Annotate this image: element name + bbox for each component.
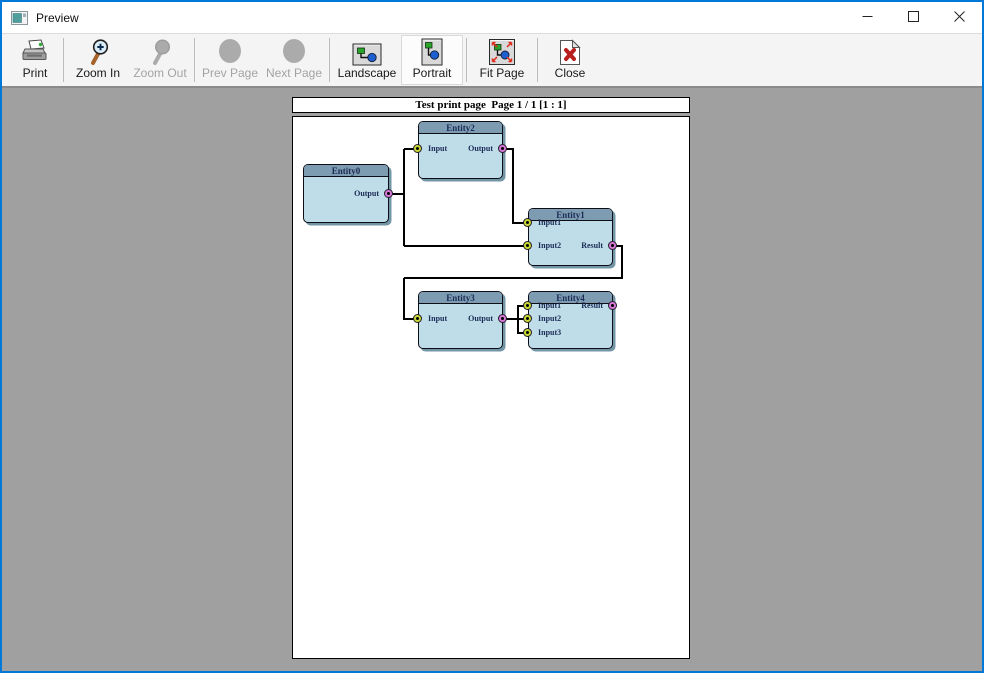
entity-title: Entity0 — [304, 165, 388, 177]
output-port — [608, 241, 617, 250]
next-page-button[interactable]: Next Page — [262, 35, 326, 85]
port-label: Result — [581, 241, 603, 250]
minimize-button[interactable] — [844, 2, 890, 33]
landscape-label: Landscape — [338, 66, 397, 81]
toolbar-separator — [194, 38, 195, 82]
toolbar-separator — [329, 38, 330, 82]
close-label: Close — [555, 66, 586, 81]
port-label: Input1 — [538, 301, 561, 310]
wire-segment — [621, 246, 623, 279]
next-page-icon — [281, 36, 307, 66]
output-port — [498, 314, 507, 323]
port-label: Input2 — [538, 314, 561, 323]
entity-box: Entity4Input1Input2Input3Result — [528, 291, 613, 349]
close-preview-button[interactable]: Close — [541, 35, 599, 85]
port-label: Input — [428, 314, 447, 323]
close-window-button[interactable] — [936, 2, 982, 33]
prev-page-icon — [217, 36, 243, 66]
zoom-in-label: Zoom In — [76, 66, 120, 81]
entity-box: Entity0 Output — [303, 164, 389, 223]
input-port — [523, 301, 532, 310]
window-title: Preview — [36, 11, 79, 25]
zoom-out-label: Zoom Out — [133, 66, 186, 81]
page: Entity0OutputEntity2InputOutputEntity1In… — [292, 116, 690, 659]
print-button[interactable]: Print — [10, 35, 60, 85]
preview-window: Preview — [0, 0, 984, 673]
output-port — [498, 144, 507, 153]
preview-area: Test print page Page 1 / 1 [1 : 1] Entit… — [2, 88, 982, 671]
port-label: Output — [354, 189, 379, 198]
entity-title: Entity2 — [419, 122, 502, 134]
printer-icon — [20, 36, 50, 66]
toolbar-separator — [537, 38, 538, 82]
wire-segment — [403, 278, 405, 320]
port-label: Input3 — [538, 328, 561, 337]
zoom-in-button[interactable]: Zoom In — [67, 35, 129, 85]
output-port — [384, 189, 393, 198]
zoom-out-icon — [148, 36, 172, 66]
input-port — [413, 144, 422, 153]
toolbar-separator — [466, 38, 467, 82]
fit-page-label: Fit Page — [480, 66, 525, 81]
zoom-out-button[interactable]: Zoom Out — [129, 35, 191, 85]
port-label: Input1 — [538, 218, 561, 227]
title-bar[interactable]: Preview — [2, 2, 982, 33]
zoom-in-icon — [86, 36, 110, 66]
port-label: Input2 — [538, 241, 561, 250]
port-label: Input — [428, 144, 447, 153]
portrait-button[interactable]: Portrait — [401, 35, 463, 85]
landscape-button[interactable]: Landscape — [333, 35, 401, 85]
prev-page-label: Prev Page — [202, 66, 258, 81]
minimize-icon — [862, 10, 873, 25]
entity-title: Entity3 — [419, 292, 502, 304]
toolbar-separator — [63, 38, 64, 82]
landscape-icon — [352, 36, 382, 66]
entity-box: Entity2 Input Output — [418, 121, 503, 179]
wire-segment — [512, 149, 514, 224]
maximize-button[interactable] — [890, 2, 936, 33]
maximize-icon — [908, 10, 919, 25]
diagram: Entity0OutputEntity2InputOutputEntity1In… — [293, 117, 689, 658]
wire-segment — [404, 245, 528, 247]
wire-segment — [403, 149, 405, 246]
entity-box: Entity3 Input Output — [418, 291, 503, 349]
toolbar: Print Zoom In Zoom Out — [2, 33, 982, 88]
prev-page-button[interactable]: Prev Page — [198, 35, 262, 85]
input-port — [413, 314, 422, 323]
app-icon — [11, 11, 28, 25]
portrait-label: Portrait — [413, 66, 452, 81]
close-document-icon — [559, 36, 581, 66]
page-header: Test print page Page 1 / 1 [1 : 1] — [292, 97, 690, 113]
fit-page-icon — [488, 36, 516, 66]
portrait-icon — [421, 36, 443, 66]
port-label: Output — [468, 144, 493, 153]
output-port — [608, 301, 617, 310]
input-port — [523, 314, 532, 323]
input-port — [523, 218, 532, 227]
window-controls — [844, 2, 982, 33]
wire-segment — [404, 277, 622, 279]
next-page-label: Next Page — [266, 66, 322, 81]
close-icon — [954, 10, 965, 25]
fit-page-button[interactable]: Fit Page — [470, 35, 534, 85]
print-label: Print — [23, 66, 48, 81]
port-label: Output — [468, 314, 493, 323]
input-port — [523, 241, 532, 250]
entity-box: Entity1Input1Input2Result — [528, 208, 613, 266]
port-label: Result — [581, 301, 603, 310]
input-port — [523, 328, 532, 337]
